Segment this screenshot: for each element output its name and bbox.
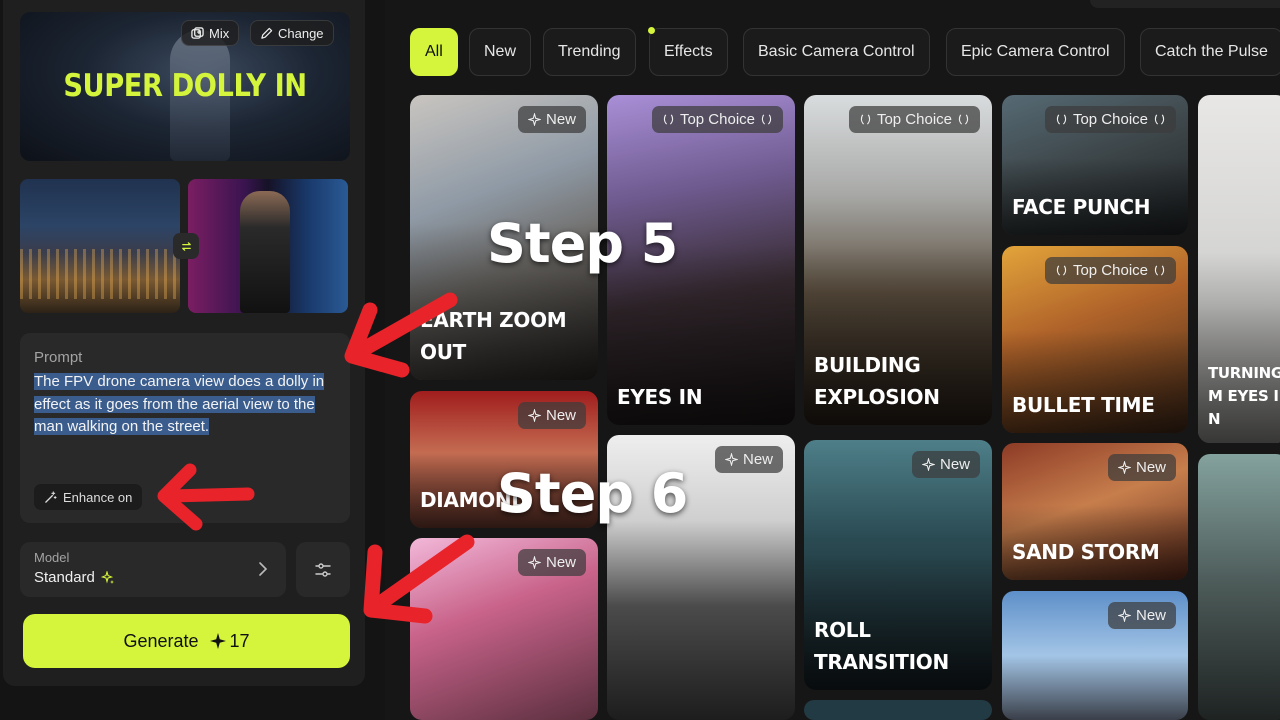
effect-card-face-punch[interactable]: Top Choice FACE PUNCH — [1002, 95, 1188, 235]
tab-all[interactable]: All — [410, 28, 458, 76]
mix-label: Mix — [209, 25, 230, 41]
effect-card-plane[interactable]: New — [1002, 591, 1188, 720]
prompt-text[interactable]: The FPV drone camera view does a dolly i… — [34, 371, 334, 439]
new-badge: New — [517, 106, 586, 133]
card-title: EYES IN — [617, 385, 703, 409]
laurel-icon — [1154, 114, 1165, 125]
card-title: BULLET TIME — [1012, 393, 1155, 417]
effect-card-turning[interactable]: TURNING M EYES IN — [1198, 95, 1280, 443]
sparkle-icon — [527, 409, 541, 422]
mix-button[interactable]: Mix — [181, 20, 240, 46]
prompt-label: Prompt — [34, 349, 83, 366]
settings-button[interactable] — [296, 542, 350, 597]
laurel-icon — [663, 114, 674, 125]
model-label: Model — [34, 550, 70, 565]
top-choice-badge: Top Choice — [1044, 257, 1176, 284]
sparkle-icon — [921, 458, 935, 471]
effect-card-roll-transition[interactable]: New ROLL TRANSITION — [804, 440, 992, 690]
change-button[interactable]: Change — [250, 20, 334, 46]
enhance-label: Enhance on — [63, 489, 133, 505]
enhance-toggle[interactable]: Enhance on — [34, 484, 143, 510]
laurel-icon — [761, 114, 772, 125]
sparkle-icon — [100, 570, 114, 584]
tab-trending[interactable]: Trending — [543, 28, 636, 76]
laurel-icon — [860, 114, 871, 125]
generate-label: Generate — [123, 630, 199, 651]
step-5-label: Step 5 — [487, 212, 678, 275]
new-badge: New — [517, 549, 586, 576]
change-label: Change — [278, 25, 324, 41]
new-badge: New — [1107, 602, 1176, 629]
new-indicator-dot — [648, 27, 655, 34]
credit-star-icon — [209, 633, 226, 649]
effect-card-bullet-time[interactable]: Top Choice BULLET TIME — [1002, 246, 1188, 433]
tab-effects[interactable]: Effects — [649, 28, 728, 76]
top-choice-badge: Top Choice — [848, 106, 980, 133]
prompt-field[interactable]: Prompt The FPV drone camera view does a … — [20, 333, 350, 523]
model-selector[interactable]: Model Standard — [20, 542, 286, 597]
effect-card-partial[interactable] — [804, 700, 992, 720]
top-choice-badge: Top Choice — [1044, 106, 1176, 133]
preset-title: SUPER DOLLY IN — [63, 68, 307, 104]
top-bar — [1090, 0, 1280, 8]
start-frame-image[interactable] — [20, 179, 180, 313]
sparkle-icon — [527, 113, 541, 126]
tab-new[interactable]: New — [469, 28, 532, 76]
tab-epic-camera-control[interactable]: Epic Camera Control — [946, 28, 1125, 76]
tab-basic-camera-control[interactable]: Basic Camera Control — [743, 28, 930, 76]
new-badge: New — [714, 446, 783, 473]
effect-card-big-eyes[interactable]: New — [410, 538, 598, 720]
magic-wand-icon — [45, 490, 57, 503]
new-badge: New — [911, 451, 980, 478]
card-title: BUILDING EXPLOSION — [814, 353, 940, 409]
new-badge: New — [1107, 454, 1176, 481]
tab-catch-the-pulse[interactable]: Catch the Pulse — [1140, 28, 1280, 76]
sparkle-icon — [724, 453, 738, 466]
top-choice-badge: Top Choice — [651, 106, 783, 133]
laurel-icon — [1056, 265, 1067, 276]
mix-icon — [191, 26, 204, 39]
sliders-icon — [315, 562, 331, 577]
generation-panel: SUPER DOLLY IN Mix Change Prompt The FPV… — [3, 0, 365, 686]
card-title: ROLL TRANSITION — [814, 618, 949, 674]
effect-card-laundry[interactable] — [1198, 454, 1280, 720]
prompt-selected-text: The FPV drone camera view does a dolly i… — [34, 373, 325, 435]
laurel-icon — [1154, 265, 1165, 276]
new-badge: New — [517, 402, 586, 429]
app-root: SUPER DOLLY IN Mix Change Prompt The FPV… — [0, 0, 1280, 720]
laurel-icon — [1056, 114, 1067, 125]
sparkle-icon — [1117, 461, 1131, 474]
chevron-right-icon — [259, 562, 268, 576]
card-title: TURNING M EYES IN — [1208, 364, 1280, 428]
step-6-label: Step 6 — [497, 462, 688, 525]
end-frame-image[interactable] — [188, 179, 348, 313]
effect-card-sand-storm[interactable]: New SAND STORM — [1002, 443, 1188, 580]
pencil-icon — [261, 27, 273, 39]
credit-cost: 17 — [209, 631, 250, 652]
laurel-icon — [958, 114, 969, 125]
model-value: Standard — [34, 569, 115, 586]
preset-preview[interactable]: SUPER DOLLY IN Mix Change — [20, 12, 350, 161]
card-title: EARTH ZOOM OUT — [420, 308, 567, 364]
swap-frames-icon[interactable] — [173, 233, 199, 259]
card-title: FACE PUNCH — [1012, 195, 1151, 219]
sparkle-icon — [1117, 609, 1131, 622]
card-title: SAND STORM — [1012, 540, 1160, 564]
sparkle-icon — [527, 556, 541, 569]
generate-button[interactable]: Generate 17 — [23, 614, 350, 668]
effect-card-building-explosion[interactable]: Top Choice BUILDING EXPLOSION — [804, 95, 992, 425]
